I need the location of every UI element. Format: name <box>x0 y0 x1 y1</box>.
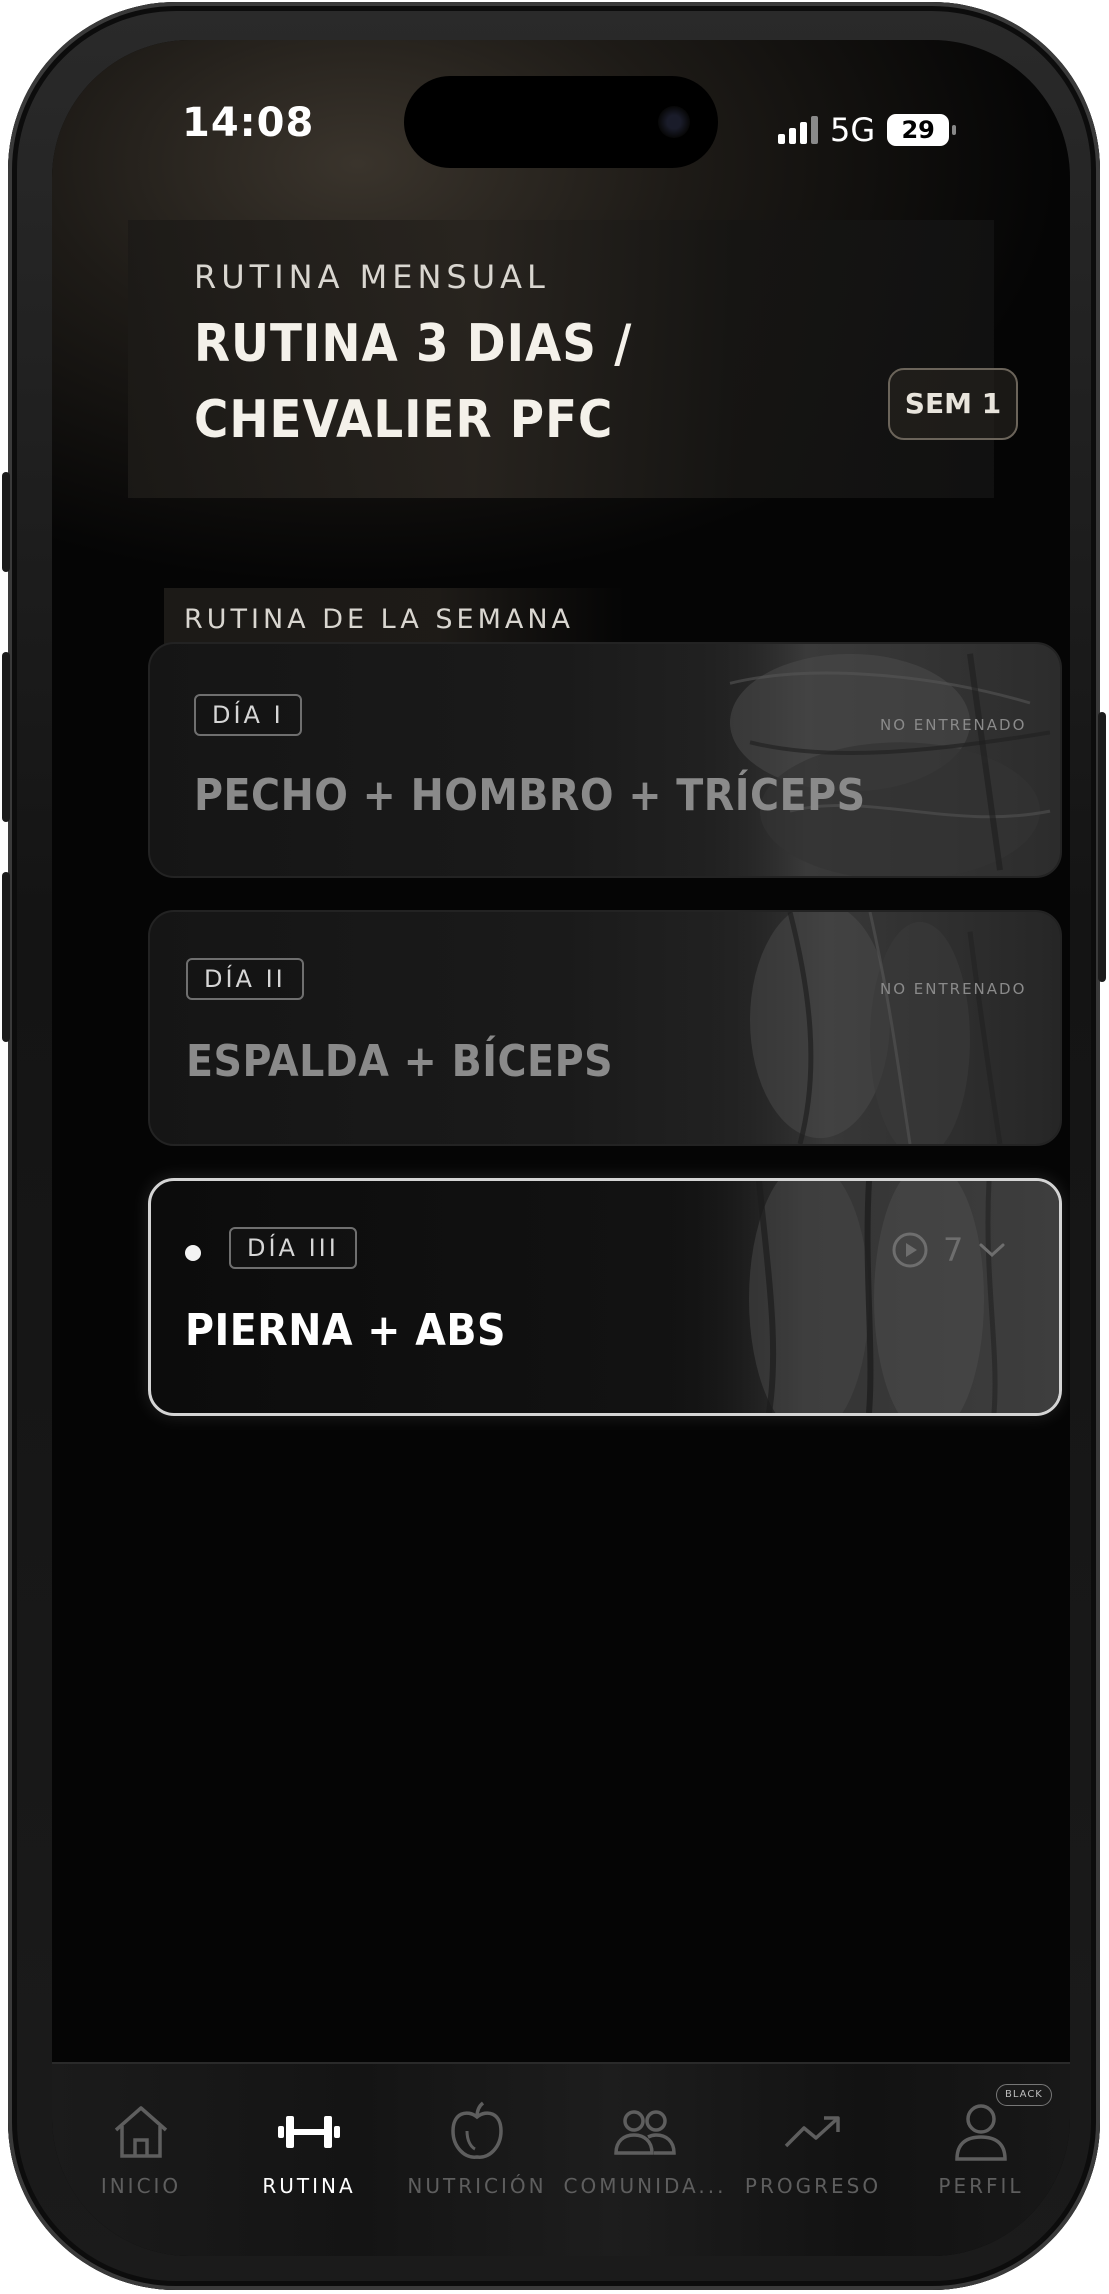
tab-label: NUTRICIÓN <box>407 2174 547 2198</box>
day-title: ESPALDA + BÍCEPS <box>186 1036 614 1087</box>
trend-up-icon <box>784 2116 840 2148</box>
status-time: 14:08 <box>182 100 315 146</box>
network-label: 5G <box>830 111 876 149</box>
screen: 14:08 5G 29 RUTINA MENSUAL RUTINA 3 DIAS… <box>52 40 1070 2256</box>
tab-label: RUTINA <box>262 2174 356 2198</box>
people-icon <box>614 2110 676 2155</box>
training-status: NO ENTRENADO <box>880 980 1027 998</box>
day-tag: DÍA III <box>229 1227 357 1269</box>
tab-nutricion[interactable]: NUTRICIÓN <box>392 2100 562 2198</box>
day-title: PIERNA + ABS <box>185 1305 507 1356</box>
day-card-2[interactable]: DÍA II NO ENTRENADO ESPALDA + BÍCEPS <box>148 910 1062 1146</box>
phone-frame: 14:08 5G 29 RUTINA MENSUAL RUTINA 3 DIAS… <box>2 2 1106 2290</box>
routine-title: RUTINA 3 DIAS / CHEVALIER PFC <box>194 314 633 450</box>
tab-rutina[interactable]: RUTINA <box>224 2100 394 2198</box>
back-muscle-image <box>670 912 1060 1144</box>
exercise-count-group[interactable]: 7 <box>891 1231 1007 1269</box>
tab-label: PROGRESO <box>744 2174 882 2198</box>
tab-label: INICIO <box>100 2174 182 2198</box>
tab-progreso[interactable]: PROGRESO <box>728 2100 898 2198</box>
tab-perfil[interactable]: BLACK PERFIL <box>896 2084 1066 2198</box>
day-card-3[interactable]: DÍA III 7 PIERNA + ABS <box>148 1178 1062 1416</box>
day-card-1[interactable]: DÍA I NO ENTRENADO PECHO + HOMBRO + TRÍC… <box>148 642 1062 878</box>
power-button <box>1098 712 1106 982</box>
day-tag: DÍA I <box>194 694 302 736</box>
tab-label: COMUNIDA... <box>563 2174 727 2198</box>
play-circle-icon <box>892 1232 928 1268</box>
action-button <box>2 472 10 572</box>
week-badge[interactable]: SEM 1 <box>888 368 1018 440</box>
battery-icon: 29 <box>887 114 957 146</box>
tab-bar: INICIO RUTINA NUTRICIÓN COMUNIDA... PROG… <box>52 2062 1070 2256</box>
status-indicators: 5G 29 <box>778 108 957 152</box>
home-icon <box>114 2106 168 2158</box>
signal-icon <box>778 116 818 144</box>
volume-down-button <box>2 872 10 1042</box>
exercise-count: 7 <box>943 1231 964 1269</box>
chest-muscle-image <box>670 644 1060 876</box>
membership-badge: BLACK <box>996 2084 1052 2106</box>
apple-icon <box>451 2101 503 2159</box>
dumbbell-icon <box>278 2116 340 2148</box>
routine-eyebrow: RUTINA MENSUAL <box>194 258 550 296</box>
tab-label: PERFIL <box>938 2174 1024 2198</box>
tab-comunidad[interactable]: COMUNIDA... <box>560 2100 730 2198</box>
chevron-down-icon[interactable] <box>977 1240 1007 1260</box>
user-icon <box>955 2104 1007 2161</box>
training-status: NO ENTRENADO <box>880 716 1027 734</box>
day-title: PECHO + HOMBRO + TRÍCEPS <box>194 770 866 821</box>
front-camera-icon <box>658 106 690 138</box>
dynamic-island <box>404 76 718 168</box>
leg-muscle-image <box>669 1181 1059 1413</box>
tab-inicio[interactable]: INICIO <box>56 2100 226 2198</box>
day-tag: DÍA II <box>186 958 304 1000</box>
active-day-indicator <box>185 1245 201 1261</box>
volume-up-button <box>2 652 10 822</box>
